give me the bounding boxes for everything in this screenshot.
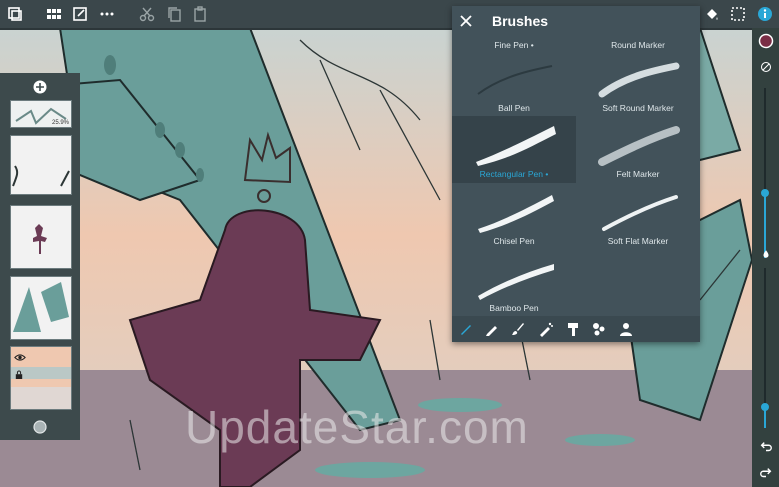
color-dot[interactable] — [33, 420, 47, 434]
paste-icon[interactable] — [190, 4, 210, 24]
brush-label: Soft Round Marker — [602, 103, 674, 113]
close-icon[interactable] — [458, 13, 474, 29]
brush-label: Chisel Pen — [493, 236, 535, 246]
grid-icon[interactable] — [44, 4, 64, 24]
visibility-icon[interactable] — [14, 349, 26, 367]
brush-rectangular-pen[interactable]: Rectangular Pen • — [452, 116, 576, 183]
fill-icon[interactable] — [702, 4, 722, 24]
layer-opacity-label: 25.9% — [51, 120, 69, 126]
brush-label: Round Marker — [611, 40, 665, 50]
pen-icon[interactable] — [484, 321, 500, 337]
size-slider[interactable] — [764, 88, 766, 258]
brush-label: Soft Flat Marker — [607, 236, 669, 246]
layer-thumbnail[interactable] — [10, 135, 72, 195]
brush-soft-flat-marker[interactable]: Soft Flat Marker — [576, 183, 700, 250]
person-icon[interactable] — [618, 321, 634, 337]
layer-thumbnail[interactable] — [10, 276, 72, 340]
opacity-slider-knob[interactable] — [761, 403, 769, 412]
marker-icon[interactable] — [565, 321, 581, 337]
brush-soft-round-marker[interactable]: Soft Round Marker — [576, 50, 700, 117]
reset-icon[interactable] — [756, 57, 775, 76]
watermark: UpdateStar.com — [185, 401, 529, 453]
brush-chisel-pen[interactable]: Chisel Pen — [452, 183, 576, 250]
select-icon[interactable] — [728, 4, 748, 24]
brush-label: Fine Pen • — [494, 40, 534, 50]
brush-felt-marker[interactable]: Felt Marker — [576, 116, 700, 183]
lock-icon[interactable] — [15, 367, 23, 385]
cut-icon[interactable] — [137, 4, 157, 24]
brush-bamboo-pen[interactable]: Bamboo Pen — [452, 250, 576, 317]
info-icon[interactable] — [755, 4, 775, 24]
edit-icon[interactable] — [70, 4, 90, 24]
size-slider-knob[interactable] — [761, 189, 769, 198]
brushes-panel: Brushes Fine Pen • Round Marker Ball Pen… — [452, 6, 700, 342]
opacity-icon — [756, 244, 775, 263]
color-swatch-icon[interactable] — [756, 31, 775, 50]
texture-icon[interactable] — [591, 321, 607, 337]
brush-label: Bamboo Pen — [489, 303, 539, 313]
airbrush-icon[interactable] — [538, 321, 554, 337]
brush-ball-pen[interactable]: Ball Pen — [452, 50, 576, 117]
brush-label-selected: Rectangular Pen • — [479, 169, 549, 179]
layers-icon[interactable] — [5, 4, 25, 24]
layer-thumbnail-active[interactable] — [10, 346, 72, 410]
undo-icon[interactable] — [756, 437, 775, 456]
brush-category-bar — [452, 316, 700, 342]
right-sidebar — [752, 28, 779, 487]
panel-title: Brushes — [492, 13, 549, 29]
layer-thumbnail[interactable] — [10, 205, 72, 269]
layers-panel: 25.9% — [0, 73, 80, 440]
pencil-icon[interactable] — [458, 321, 474, 337]
redo-icon[interactable] — [756, 463, 775, 482]
brush-icon[interactable] — [510, 321, 526, 337]
more-icon[interactable] — [97, 4, 117, 24]
layer-thumbnail[interactable]: 25.9% — [10, 100, 72, 128]
add-layer-icon[interactable] — [33, 80, 47, 94]
copy-icon[interactable] — [164, 4, 184, 24]
brush-label: Felt Marker — [616, 169, 660, 179]
brush-label: Ball Pen — [498, 103, 530, 113]
